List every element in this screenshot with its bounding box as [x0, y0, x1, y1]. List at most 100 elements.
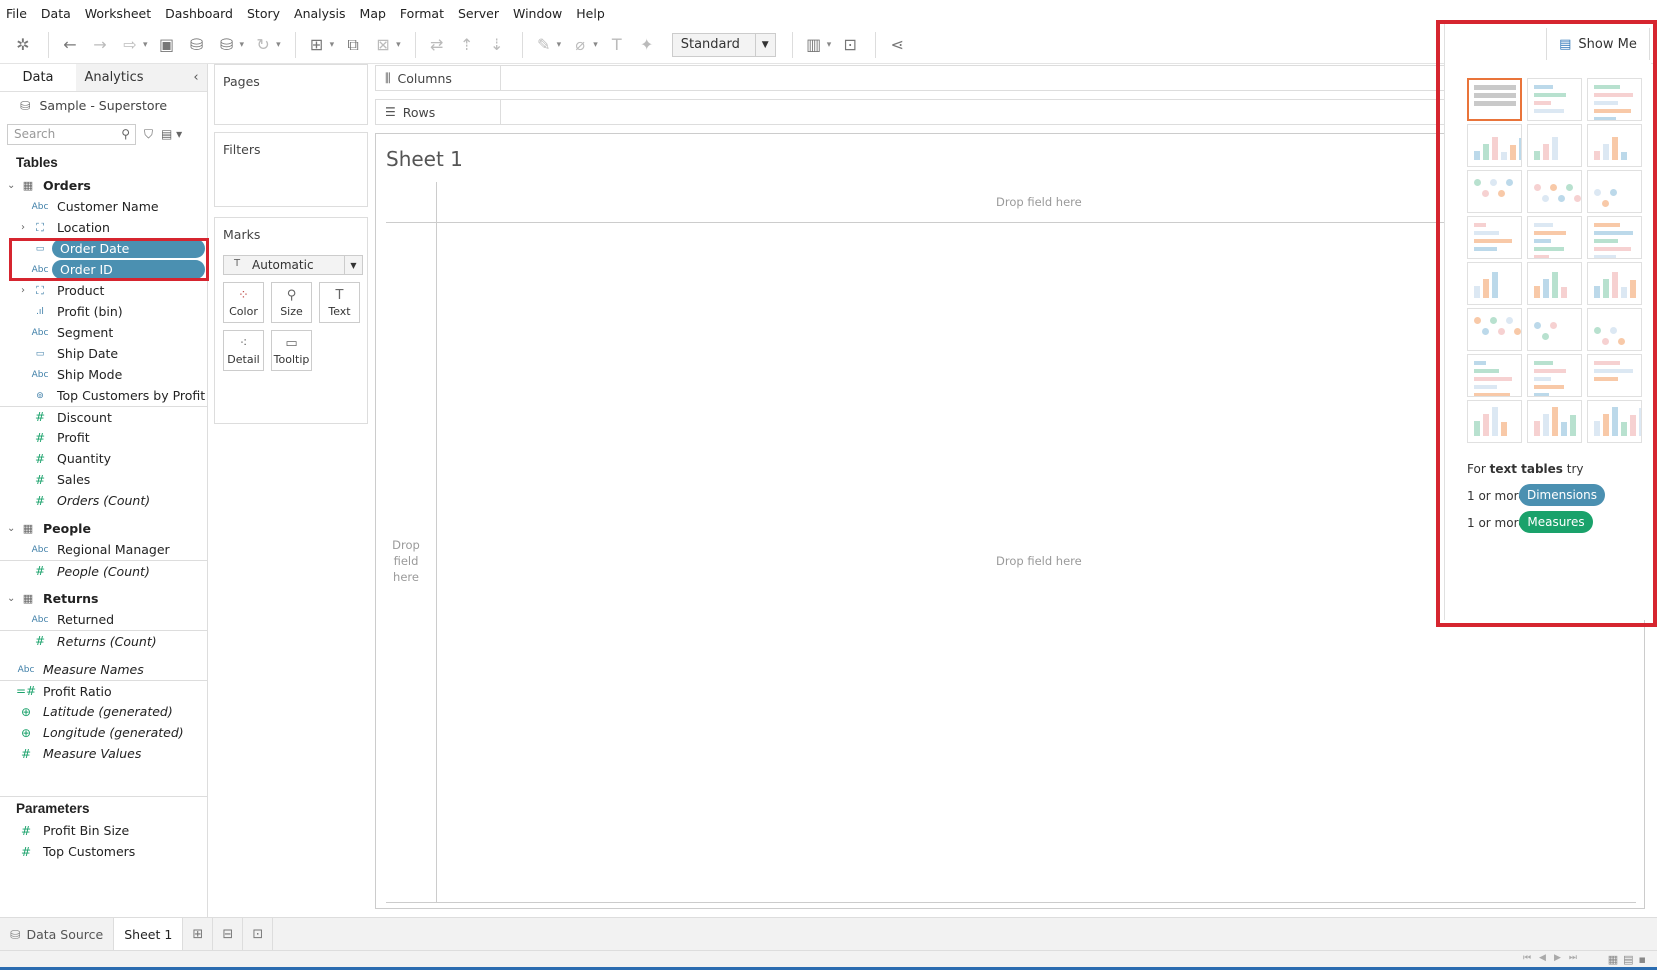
field-item[interactable]: ⊕ Latitude (generated)	[0, 701, 207, 722]
field-item[interactable]: › ⛶ Product	[0, 280, 207, 301]
field-item[interactable]: # People (Count)	[0, 560, 207, 581]
field-type-icon: #	[34, 410, 46, 424]
size-button[interactable]: ⚲ Size	[271, 282, 312, 323]
share-icon[interactable]: ⋖	[884, 32, 910, 58]
menu-data[interactable]: Data	[41, 6, 71, 21]
menu-format[interactable]: Format	[400, 6, 444, 21]
fix-axes-icon[interactable]: ✦	[634, 32, 660, 58]
menu-map[interactable]: Map	[360, 6, 386, 21]
color-button[interactable]: ⁘ Color	[223, 282, 264, 323]
tooltip-button[interactable]: ▭ Tooltip	[271, 330, 312, 371]
detail-button[interactable]: ⁖ Detail	[223, 330, 264, 371]
menu-story[interactable]: Story	[247, 6, 280, 21]
menu-help[interactable]: Help	[576, 6, 605, 21]
sort-ascending-icon[interactable]: ⇡	[454, 32, 480, 58]
new-dashboard-icon[interactable]: ⊟	[213, 917, 244, 951]
clear-sheet-icon[interactable]: ⊠	[370, 32, 396, 58]
replay-icon[interactable]: ⇨	[117, 32, 143, 58]
refresh-dropdown-icon[interactable]: ▾	[276, 40, 281, 50]
collapse-pane-icon[interactable]: ‹	[185, 64, 207, 91]
menu-worksheet[interactable]: Worksheet	[85, 6, 151, 21]
chevron-right-icon[interactable]: ›	[21, 285, 25, 296]
replay-dropdown-icon[interactable]: ▾	[143, 40, 148, 50]
field-item[interactable]: ⊚ Top Customers by Profit	[0, 385, 207, 406]
menu-file[interactable]: File	[6, 6, 27, 21]
table-orders[interactable]: ⌄ ▦ Orders	[0, 174, 207, 196]
menu-window[interactable]: Window	[513, 6, 562, 21]
chevron-down-icon[interactable]: ⌄	[7, 593, 15, 604]
highlight-dropdown-icon[interactable]: ▾	[557, 40, 562, 50]
new-worksheet-icon[interactable]: ⊞	[304, 32, 330, 58]
swap-rows-columns-icon[interactable]: ⇄	[424, 32, 450, 58]
field-item[interactable]: Abc Ship Mode	[0, 364, 207, 385]
datasource-item[interactable]: ⛁ Sample - Superstore	[0, 92, 207, 118]
filter-icon[interactable]: ⛉	[144, 127, 153, 142]
chevron-right-icon[interactable]: ›	[21, 222, 25, 233]
undo-icon[interactable]: ←	[57, 32, 83, 58]
field-item[interactable]: # Returns (Count)	[0, 630, 207, 651]
field-item[interactable]: › ⛶ Location	[0, 217, 207, 238]
presentation-mode-icon[interactable]: ⊡	[837, 32, 863, 58]
parameter-item[interactable]: # Profit Bin Size	[0, 820, 207, 841]
menu-dashboard[interactable]: Dashboard	[165, 6, 233, 21]
new-worksheet-icon[interactable]: ⊞	[183, 917, 214, 951]
fit-select[interactable]: Standard ▼	[671, 32, 776, 57]
view-mode-icons[interactable]: ▦▤▪	[1608, 953, 1651, 966]
chevron-down-icon[interactable]: ⌄	[7, 180, 15, 191]
tab-data-source[interactable]: ⛁ Data Source	[0, 918, 113, 951]
sort-descending-icon[interactable]: ⇣	[484, 32, 510, 58]
field-item[interactable]: # Profit	[0, 427, 207, 448]
menu-server[interactable]: Server	[458, 6, 499, 21]
refresh-icon[interactable]: ↻	[250, 32, 276, 58]
sheet-title[interactable]: Sheet 1	[386, 147, 463, 171]
field-item[interactable]: Abc Segment	[0, 322, 207, 343]
drop-zone-columns[interactable]: Drop field here	[996, 195, 1082, 209]
field-item[interactable]: .ıl Profit (bin)	[0, 301, 207, 322]
field-item[interactable]: # Quantity	[0, 448, 207, 469]
mark-type-select[interactable]: T Automatic ▼	[223, 255, 363, 275]
search-input[interactable]: Search ⚲	[7, 123, 136, 145]
table-returns[interactable]: ⌄ ▦ Returns	[0, 587, 207, 609]
show-mark-labels-icon[interactable]: T	[604, 32, 630, 58]
pause-updates-icon[interactable]: ⛁	[214, 32, 240, 58]
highlight-icon[interactable]: ✎	[531, 32, 557, 58]
group-members-icon[interactable]: ⌀	[567, 32, 593, 58]
text-button[interactable]: T Text	[319, 282, 360, 323]
pause-dropdown-icon[interactable]: ▾	[240, 40, 245, 50]
group-dropdown-icon[interactable]: ▾	[593, 40, 598, 50]
field-item[interactable]: # Orders (Count)	[0, 490, 207, 511]
field-item[interactable]: ⊕ Longitude (generated)	[0, 722, 207, 743]
field-item[interactable]: # Measure Values	[0, 743, 207, 764]
show-cards-icon[interactable]: ▥	[801, 32, 827, 58]
cards-dropdown-icon[interactable]: ▾	[827, 40, 832, 50]
field-item[interactable]: Abc Returned	[0, 609, 207, 630]
save-icon[interactable]: ▣	[154, 32, 180, 58]
field-item[interactable]: =# Profit Ratio	[0, 680, 207, 701]
field-item[interactable]: Abc Customer Name	[0, 196, 207, 217]
tableau-logo-icon[interactable]: ✲	[10, 32, 36, 58]
new-story-icon[interactable]: ⊡	[243, 917, 274, 951]
parameter-item[interactable]: # Top Customers	[0, 841, 207, 862]
filters-shelf[interactable]: Filters	[214, 132, 368, 207]
clear-dropdown-icon[interactable]: ▾	[396, 40, 401, 50]
field-item[interactable]: Abc Regional Manager	[0, 539, 207, 560]
table-people[interactable]: ⌄ ▦ People	[0, 517, 207, 539]
new-datasource-icon[interactable]: ⛁	[184, 32, 210, 58]
duplicate-sheet-icon[interactable]: ⧉	[340, 32, 366, 58]
field-item[interactable]: # Sales	[0, 469, 207, 490]
tab-analytics[interactable]: Analytics	[76, 64, 152, 91]
drop-zone-center[interactable]: Drop field here	[996, 554, 1082, 568]
field-item[interactable]: Abc Measure Names	[0, 659, 207, 680]
tab-data[interactable]: Data	[0, 64, 76, 91]
menu-analysis[interactable]: Analysis	[294, 6, 346, 21]
field-item[interactable]: ▭ Ship Date	[0, 343, 207, 364]
sheet-navigation-icons[interactable]: ⏮◀▶⏭	[1523, 953, 1585, 963]
pages-shelf[interactable]: Pages	[214, 64, 368, 125]
field-item[interactable]: # Discount	[0, 406, 207, 427]
redo-icon[interactable]: →	[87, 32, 113, 58]
new-sheet-dropdown-icon[interactable]: ▾	[330, 40, 335, 50]
view-options-icon[interactable]: ▤ ▾	[161, 127, 182, 141]
drop-zone-rows[interactable]: Drop field here	[386, 537, 426, 585]
chevron-down-icon[interactable]: ⌄	[7, 523, 15, 534]
tab-sheet-1[interactable]: Sheet 1	[113, 917, 184, 951]
